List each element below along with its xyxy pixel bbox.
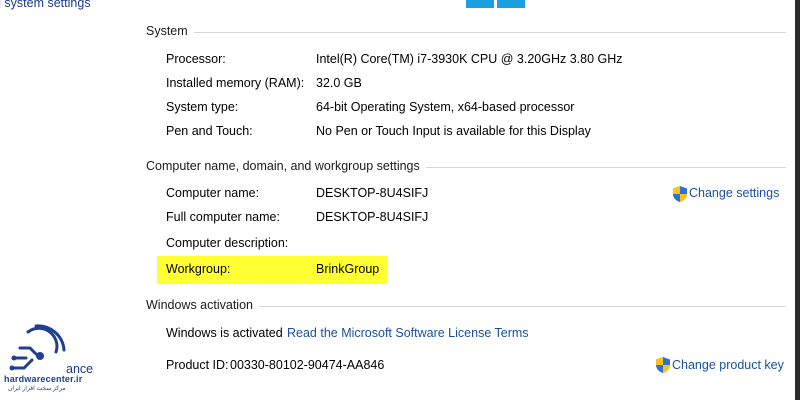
- pen-touch-value: No Pen or Touch Input is available for t…: [316, 124, 591, 138]
- logo-subtext: مرکز سخت افزار ایران: [8, 386, 66, 392]
- system-type-value: 64-bit Operating System, x64-based proce…: [316, 100, 575, 114]
- computer-name-label: Computer name:: [166, 186, 260, 200]
- sidebar: d system settings hardwarecenter.ir مرکز…: [0, 0, 128, 400]
- sidebar-partial-link[interactable]: ance: [66, 362, 93, 376]
- system-type-label: System type:: [166, 100, 239, 114]
- activation-status: Windows is activated: [166, 326, 283, 340]
- product-id-label: Product ID:: [166, 358, 229, 372]
- system-window: d system settings hardwarecenter.ir مرکز…: [0, 0, 800, 400]
- windows-logo-icon: [466, 0, 526, 12]
- full-computer-name-label: Full computer name:: [166, 210, 280, 224]
- advanced-system-settings-link[interactable]: d system settings: [0, 0, 91, 10]
- computer-description-label: Computer description:: [166, 236, 289, 250]
- processor-label: Processor:: [166, 52, 226, 66]
- license-terms-link[interactable]: Read the Microsoft Software License Term…: [287, 326, 529, 340]
- computer-section-title: Computer name, domain, and workgroup set…: [146, 159, 426, 173]
- processor-value: Intel(R) Core(TM) i7-3930K CPU @ 3.20GHz…: [316, 52, 623, 66]
- workgroup-label: Workgroup:: [166, 262, 231, 276]
- workgroup-value: BrinkGroup: [316, 262, 380, 276]
- uac-shield-icon: [673, 186, 687, 202]
- ram-value: 32.0 GB: [316, 76, 362, 90]
- uac-shield-icon: [656, 357, 670, 373]
- ram-label: Installed memory (RAM):: [166, 76, 305, 90]
- full-computer-name-value: DESKTOP-8U4SIFJ: [316, 210, 429, 224]
- product-id-value: 00330-80102-90474-AA846: [230, 358, 385, 372]
- change-settings-link[interactable]: Change settings: [689, 186, 779, 200]
- window-border: [795, 0, 800, 400]
- system-section-title: System: [146, 24, 194, 38]
- computer-name-value: DESKTOP-8U4SIFJ: [316, 186, 429, 200]
- change-product-key-link[interactable]: Change product key: [672, 358, 784, 372]
- activation-section-title: Windows activation: [146, 298, 259, 312]
- pen-touch-label: Pen and Touch:: [166, 124, 253, 138]
